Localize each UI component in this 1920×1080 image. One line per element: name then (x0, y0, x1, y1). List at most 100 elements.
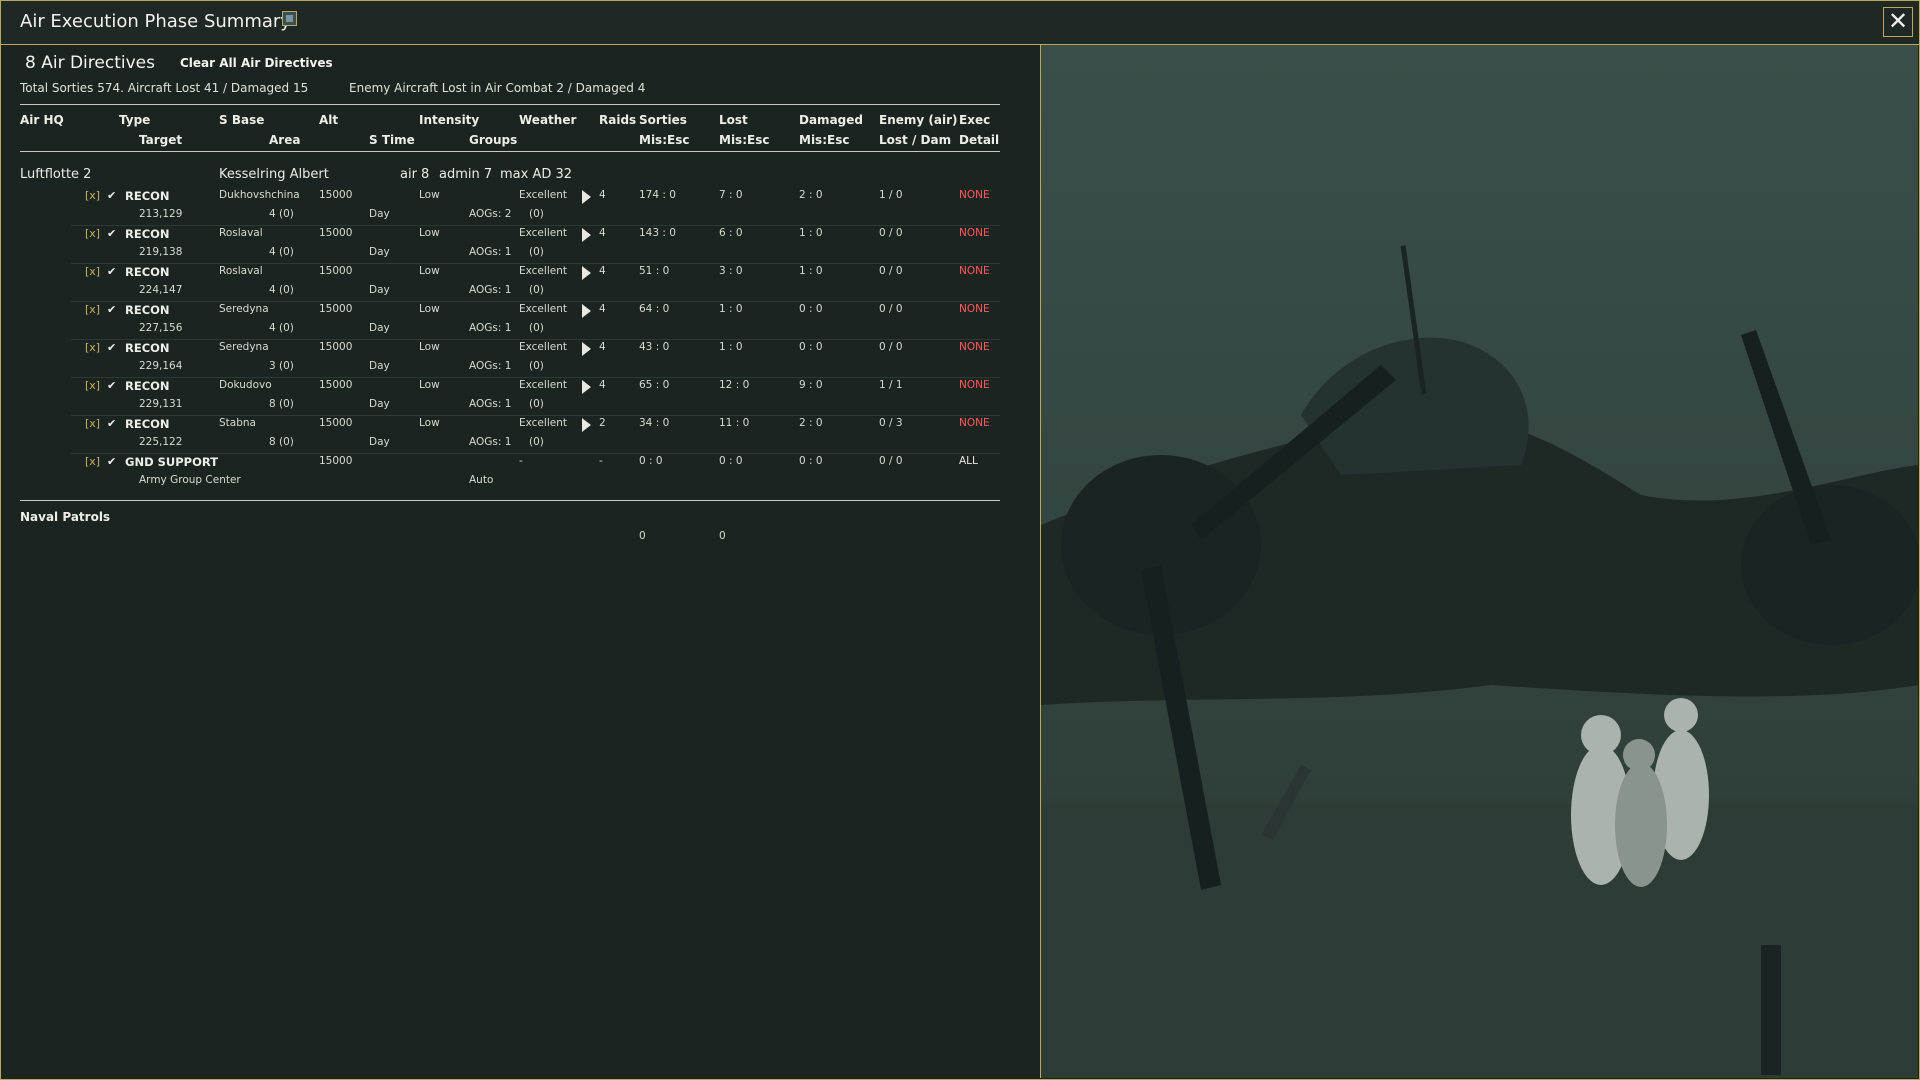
col-damaged-sub: Mis:Esc (799, 133, 850, 147)
delete-directive-toggle[interactable]: [x] (85, 265, 100, 278)
directive-time: Day (369, 360, 390, 372)
directive-damaged: 0 : 0 (799, 303, 823, 315)
hq-commander[interactable]: Kesselring Albert (219, 167, 329, 182)
window-title: Air Execution Phase Summary (20, 11, 291, 32)
directive-weather: Excellent (519, 341, 567, 353)
directive-target: 229,131 (139, 398, 183, 410)
col-exec: Exec (959, 113, 991, 127)
raid-expand-icon[interactable] (582, 380, 591, 394)
directive-enemy: 1 / 1 (879, 379, 903, 391)
col-weather: Weather (519, 113, 577, 127)
raid-expand-icon[interactable] (582, 342, 591, 356)
active-checkmark-icon[interactable]: ✔ (107, 341, 116, 354)
naval-patrols-title: Naval Patrols (20, 510, 111, 524)
directive-sorties: 64 : 0 (639, 303, 670, 315)
directive-raids: 4 (599, 189, 606, 201)
directive-type[interactable]: GND SUPPORT (125, 455, 218, 469)
directive-area: 4 (0) (269, 208, 294, 220)
directive-lost: 7 : 0 (719, 189, 743, 201)
row-separator (71, 453, 1000, 454)
delete-directive-toggle[interactable]: [x] (85, 455, 100, 468)
directive-exec: NONE (959, 227, 990, 239)
col-lost: Lost (719, 113, 748, 127)
delete-directive-toggle[interactable]: [x] (85, 379, 100, 392)
delete-directive-toggle[interactable]: [x] (85, 303, 100, 316)
col-damaged: Damaged (799, 113, 863, 127)
directive-target: 224,147 (139, 284, 183, 296)
enemy-summary: Enemy Aircraft Lost in Air Combat 2 / Da… (349, 81, 646, 95)
active-checkmark-icon[interactable]: ✔ (107, 379, 116, 392)
directive-time: Day (369, 322, 390, 334)
delete-directive-toggle[interactable]: [x] (85, 341, 100, 354)
header-divider (20, 104, 1000, 105)
delete-directive-toggle[interactable]: [x] (85, 227, 100, 240)
directive-intensity: Low (419, 379, 440, 391)
directive-damaged: 0 : 0 (799, 341, 823, 353)
directive-intensity: Low (419, 341, 440, 353)
map-icon[interactable] (282, 11, 297, 26)
directive-groups: AOGs: 1 (469, 436, 512, 448)
raid-expand-icon[interactable] (582, 266, 591, 280)
directive-weather: Excellent (519, 303, 567, 315)
directive-sorties: 43 : 0 (639, 341, 670, 353)
clear-all-directives-button[interactable]: Clear All Air Directives (180, 56, 333, 70)
directive-area: 4 (0) (269, 284, 294, 296)
directive-area: 4 (0) (269, 246, 294, 258)
col-lost-sub: Mis:Esc (719, 133, 770, 147)
directive-type[interactable]: RECON (125, 417, 170, 431)
air-hq-name[interactable]: Luftflotte 2 (20, 167, 91, 182)
raid-expand-icon[interactable] (582, 228, 591, 242)
active-checkmark-icon[interactable]: ✔ (107, 227, 116, 240)
directive-lost: 6 : 0 (719, 227, 743, 239)
directive-type[interactable]: RECON (125, 379, 170, 393)
col-raids: Raids (599, 113, 637, 127)
directive-weather: Excellent (519, 265, 567, 277)
row-separator (71, 225, 1000, 226)
directive-type[interactable]: RECON (125, 303, 170, 317)
delete-directive-toggle[interactable]: [x] (85, 189, 100, 202)
directive-sorties: 65 : 0 (639, 379, 670, 391)
directive-altitude: 15000 (319, 227, 353, 239)
row-separator (71, 377, 1000, 378)
active-checkmark-icon[interactable]: ✔ (107, 189, 116, 202)
raid-expand-icon[interactable] (582, 190, 591, 204)
col-area: Area (269, 133, 301, 147)
active-checkmark-icon[interactable]: ✔ (107, 455, 116, 468)
col-air-hq: Air HQ (20, 113, 64, 127)
directive-enemy: 0 / 0 (879, 265, 903, 277)
naval-sorties: 0 (639, 530, 646, 542)
directive-altitude: 15000 (319, 379, 353, 391)
directive-base: Dokudovo (219, 379, 272, 391)
raid-expand-icon[interactable] (582, 304, 591, 318)
directive-damaged: 0 : 0 (799, 455, 823, 467)
directive-raids: 4 (599, 227, 606, 239)
active-checkmark-icon[interactable]: ✔ (107, 417, 116, 430)
directive-area: 8 (0) (269, 436, 294, 448)
directive-target: 227,156 (139, 322, 183, 334)
directive-type[interactable]: RECON (125, 341, 170, 355)
col-s-base: S Base (219, 113, 265, 127)
directive-sorties: 0 : 0 (639, 455, 663, 467)
directive-sorties: 34 : 0 (639, 417, 670, 429)
directive-type[interactable]: RECON (125, 227, 170, 241)
col-exec-sub: Detail (959, 133, 1000, 147)
directive-exec: NONE (959, 303, 990, 315)
directive-time: Day (369, 246, 390, 258)
raid-expand-icon[interactable] (582, 418, 591, 432)
close-icon: ✕ (1887, 7, 1909, 35)
active-checkmark-icon[interactable]: ✔ (107, 303, 116, 316)
directive-intensity: Low (419, 227, 440, 239)
col-intensity: Intensity (419, 113, 480, 127)
hq-air-rating: air 8 (400, 167, 430, 182)
directive-altitude: 15000 (319, 189, 353, 201)
directive-altitude: 15000 (319, 455, 353, 467)
close-button[interactable]: ✕ (1883, 7, 1913, 37)
directives-panel: 8 Air Directives Clear All Air Directive… (1, 45, 1040, 1078)
directive-enemy: 0 / 0 (879, 341, 903, 353)
delete-directive-toggle[interactable]: [x] (85, 417, 100, 430)
directive-type[interactable]: RECON (125, 265, 170, 279)
directive-altitude: 15000 (319, 341, 353, 353)
directive-groups: AOGs: 2 (469, 208, 512, 220)
directive-type[interactable]: RECON (125, 189, 170, 203)
active-checkmark-icon[interactable]: ✔ (107, 265, 116, 278)
